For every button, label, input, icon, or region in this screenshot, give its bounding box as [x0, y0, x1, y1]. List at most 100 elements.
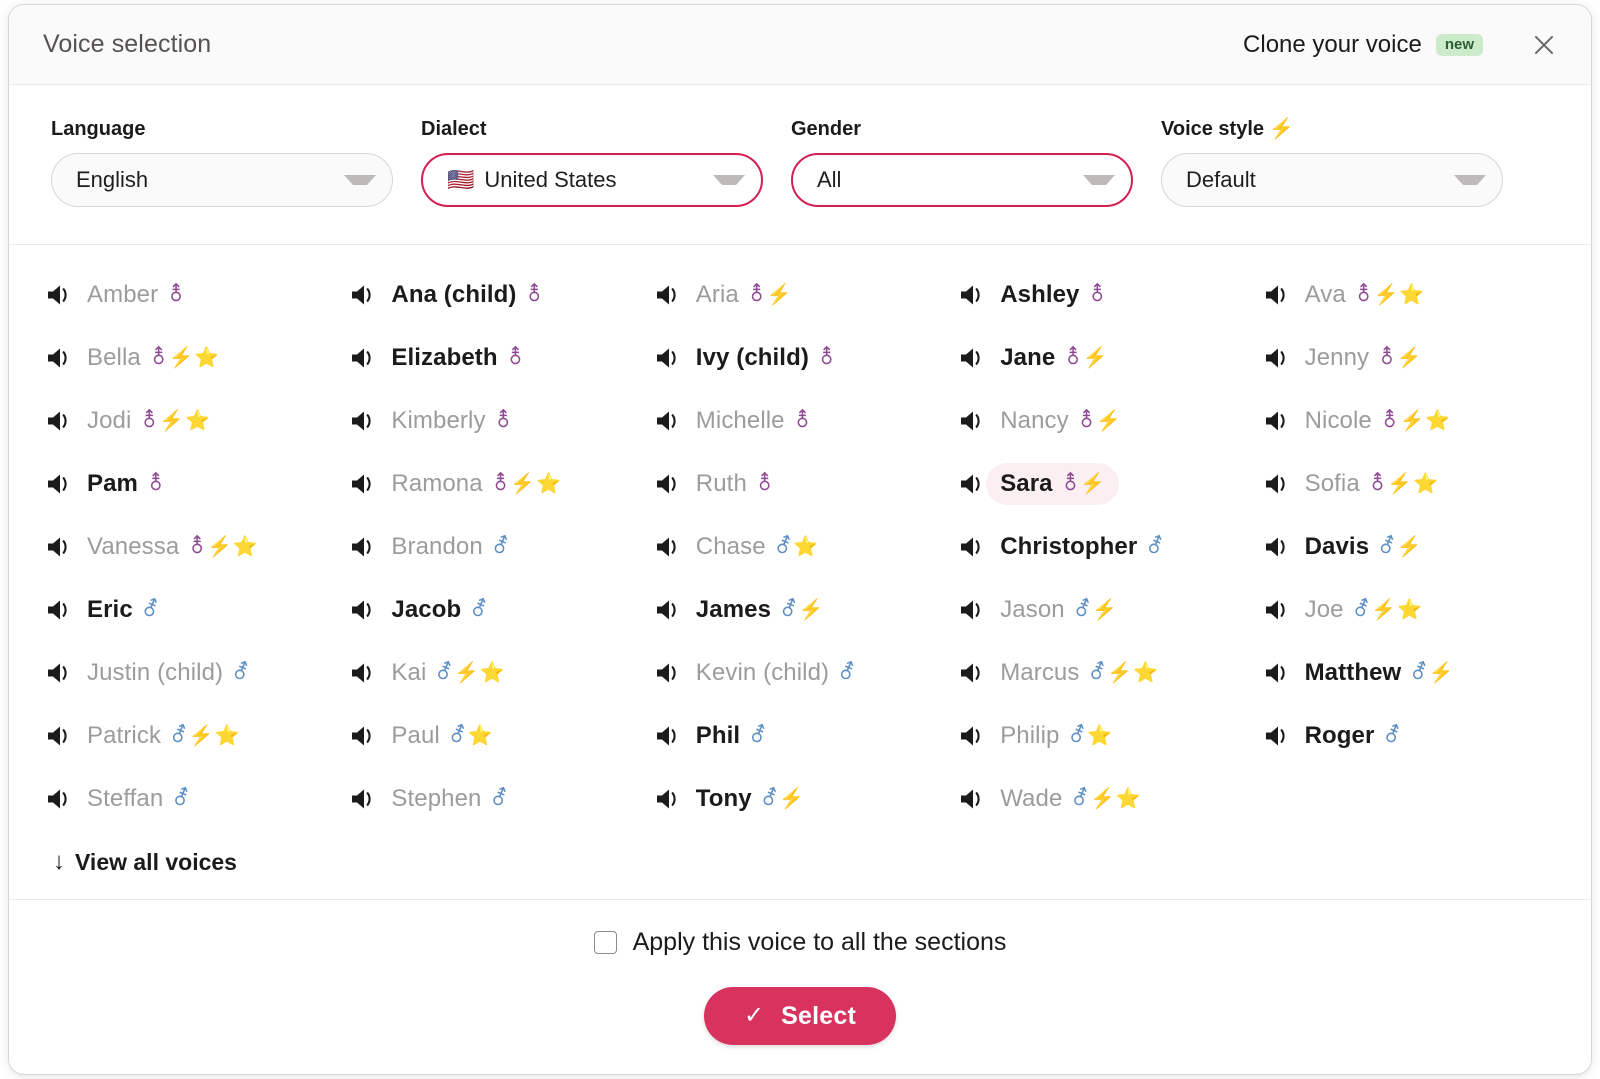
- voice-pill[interactable]: Jason⚦⚡: [986, 589, 1131, 631]
- speaker-icon[interactable]: [1263, 597, 1291, 623]
- voice-item[interactable]: Davis⚦⚡: [1263, 515, 1567, 578]
- speaker-icon[interactable]: [349, 534, 377, 560]
- voice-pill[interactable]: Kevin (child)⚦: [682, 652, 870, 694]
- speaker-icon[interactable]: [958, 660, 986, 686]
- speaker-icon[interactable]: [654, 408, 682, 434]
- speaker-icon[interactable]: [654, 660, 682, 686]
- select-button[interactable]: ✓ Select: [704, 987, 896, 1045]
- speaker-icon[interactable]: [654, 282, 682, 308]
- voice-item[interactable]: Ashley⚨: [958, 263, 1262, 326]
- clone-your-voice-link[interactable]: Clone your voice: [1243, 31, 1422, 59]
- voice-item[interactable]: Jason⚦⚡: [958, 578, 1262, 641]
- speaker-icon[interactable]: [958, 345, 986, 371]
- speaker-icon[interactable]: [45, 345, 73, 371]
- voice-item[interactable]: Aria⚨⚡: [654, 263, 958, 326]
- speaker-icon[interactable]: [1263, 408, 1291, 434]
- speaker-icon[interactable]: [1263, 345, 1291, 371]
- speaker-icon[interactable]: [654, 471, 682, 497]
- close-icon[interactable]: [1527, 28, 1561, 62]
- voice-item[interactable]: Philip⚦⭐: [958, 704, 1262, 767]
- voice-item[interactable]: Elizabeth⚨: [349, 326, 653, 389]
- voice-item[interactable]: Jodi⚨⚡⭐: [45, 389, 349, 452]
- voice-pill[interactable]: Ana (child)⚨: [377, 274, 557, 316]
- voice-pill[interactable]: Roger⚦: [1291, 715, 1415, 757]
- voice-item[interactable]: Roger⚦: [1263, 704, 1567, 767]
- voice-pill-selected[interactable]: Sara⚨⚡: [986, 463, 1119, 505]
- voice-pill[interactable]: Philip⚦⭐: [986, 715, 1126, 757]
- voice-item[interactable]: Bella⚨⚡⭐: [45, 326, 349, 389]
- speaker-icon[interactable]: [958, 282, 986, 308]
- voice-pill[interactable]: Chase⚦⭐: [682, 526, 832, 568]
- voice-pill[interactable]: Michelle⚨: [682, 400, 825, 442]
- speaker-icon[interactable]: [45, 660, 73, 686]
- voice-pill[interactable]: Jodi⚨⚡⭐: [73, 400, 224, 442]
- apply-to-all-checkbox[interactable]: [594, 931, 617, 954]
- voice-pill[interactable]: Amber⚨: [73, 274, 199, 316]
- voice-pill[interactable]: Ashley⚨: [986, 274, 1120, 316]
- speaker-icon[interactable]: [45, 534, 73, 560]
- speaker-icon[interactable]: [349, 471, 377, 497]
- voice-pill[interactable]: Patrick⚦⚡⭐: [73, 715, 253, 757]
- speaker-icon[interactable]: [958, 471, 986, 497]
- speaker-icon[interactable]: [958, 597, 986, 623]
- voice-pill[interactable]: Steffan⚦: [73, 778, 204, 820]
- voice-item[interactable]: Jacob⚦: [349, 578, 653, 641]
- voice-pill[interactable]: Ruth⚨: [682, 463, 788, 505]
- speaker-icon[interactable]: [45, 282, 73, 308]
- voice-item[interactable]: Stephen⚦: [349, 767, 653, 830]
- voice-item[interactable]: Chase⚦⭐: [654, 515, 958, 578]
- speaker-icon[interactable]: [349, 597, 377, 623]
- voice-item[interactable]: Vanessa⚨⚡⭐: [45, 515, 349, 578]
- speaker-icon[interactable]: [654, 534, 682, 560]
- voice-item[interactable]: Ivy (child)⚨: [654, 326, 958, 389]
- voice-pill[interactable]: Nancy⚨⚡: [986, 400, 1135, 442]
- voice-pill[interactable]: Stephen⚦: [377, 778, 522, 820]
- voice-pill[interactable]: Justin (child)⚦: [73, 652, 264, 694]
- voice-item[interactable]: Jane⚨⚡: [958, 326, 1262, 389]
- voice-pill[interactable]: Jacob⚦: [377, 589, 501, 631]
- speaker-icon[interactable]: [45, 408, 73, 434]
- speaker-icon[interactable]: [349, 408, 377, 434]
- voice-item[interactable]: Justin (child)⚦: [45, 641, 349, 704]
- speaker-icon[interactable]: [654, 786, 682, 812]
- speaker-icon[interactable]: [654, 597, 682, 623]
- gender-select[interactable]: All: [791, 153, 1133, 207]
- voice-item[interactable]: Eric⚦: [45, 578, 349, 641]
- voice-pill[interactable]: Aria⚨⚡: [682, 274, 806, 316]
- speaker-icon[interactable]: [958, 723, 986, 749]
- voice-pill[interactable]: Ramona⚨⚡⭐: [377, 463, 575, 505]
- voice-pill[interactable]: Brandon⚦: [377, 526, 523, 568]
- voice-pill[interactable]: Sofia⚨⚡⭐: [1291, 463, 1453, 505]
- voice-pill[interactable]: Kimberly⚨: [377, 400, 526, 442]
- voice-item[interactable]: Ava⚨⚡⭐: [1263, 263, 1567, 326]
- voice-item[interactable]: Patrick⚦⚡⭐: [45, 704, 349, 767]
- voice-style-select[interactable]: Default: [1161, 153, 1503, 207]
- voice-item[interactable]: Sofia⚨⚡⭐: [1263, 452, 1567, 515]
- voice-item[interactable]: Steffan⚦: [45, 767, 349, 830]
- speaker-icon[interactable]: [1263, 660, 1291, 686]
- voice-item[interactable]: Nancy⚨⚡: [958, 389, 1262, 452]
- voice-pill[interactable]: Tony⚦⚡: [682, 778, 818, 820]
- speaker-icon[interactable]: [654, 345, 682, 371]
- view-all-voices-link[interactable]: ↓ View all voices: [9, 830, 237, 876]
- speaker-icon[interactable]: [45, 723, 73, 749]
- dialect-select[interactable]: 🇺🇸 United States: [421, 153, 763, 207]
- voice-pill[interactable]: Paul⚦⭐: [377, 715, 506, 757]
- voice-item[interactable]: Amber⚨: [45, 263, 349, 326]
- speaker-icon[interactable]: [1263, 534, 1291, 560]
- voice-pill[interactable]: Davis⚦⚡: [1291, 526, 1436, 568]
- voice-pill[interactable]: Eric⚦: [73, 589, 173, 631]
- voice-item[interactable]: Brandon⚦: [349, 515, 653, 578]
- voice-pill[interactable]: Jane⚨⚡: [986, 337, 1122, 379]
- voice-item[interactable]: Joe⚦⚡⭐: [1263, 578, 1567, 641]
- voice-item[interactable]: Matthew⚦⚡: [1263, 641, 1567, 704]
- voice-item[interactable]: Christopher⚦: [958, 515, 1262, 578]
- voice-item[interactable]: Pam⚨: [45, 452, 349, 515]
- voice-pill[interactable]: Marcus⚦⚡⭐: [986, 652, 1172, 694]
- speaker-icon[interactable]: [1263, 723, 1291, 749]
- voice-pill[interactable]: Ivy (child)⚨: [682, 337, 850, 379]
- apply-to-all-sections-row[interactable]: Apply this voice to all the sections: [594, 928, 1007, 957]
- speaker-icon[interactable]: [654, 723, 682, 749]
- speaker-icon[interactable]: [958, 786, 986, 812]
- voice-item[interactable]: Ana (child)⚨: [349, 263, 653, 326]
